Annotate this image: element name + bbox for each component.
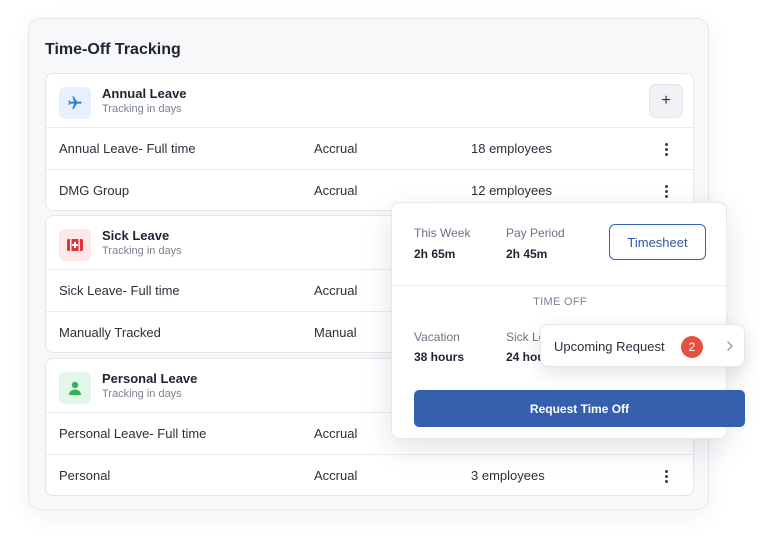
- group-name: Annual Leave: [102, 86, 187, 101]
- page-title: Time-Off Tracking: [45, 41, 181, 58]
- policy-method: Accrual: [314, 183, 358, 198]
- airplane-icon: [59, 87, 91, 119]
- this-week-label: This Week: [414, 226, 471, 240]
- vacation-value: 38 hours: [414, 350, 465, 364]
- policy-method: Accrual: [314, 426, 358, 441]
- policy-name: Personal Leave- Full time: [59, 426, 207, 441]
- policy-employees: 12 employees: [471, 183, 552, 198]
- more-options-icon[interactable]: [658, 183, 674, 199]
- pay-period-label: Pay Period: [506, 226, 565, 240]
- request-count-badge: 2: [681, 336, 703, 358]
- policy-method: Accrual: [314, 283, 358, 298]
- upcoming-request-card[interactable]: Upcoming Request 2: [540, 324, 745, 367]
- add-button[interactable]: +: [649, 84, 683, 118]
- leave-group-annual: Annual Leave Tracking in days + Annual L…: [45, 73, 694, 211]
- policy-method: Accrual: [314, 468, 358, 483]
- policy-name: Sick Leave- Full time: [59, 283, 180, 298]
- time-off-section-label: TIME OFF: [533, 296, 587, 308]
- group-name: Personal Leave: [102, 371, 198, 386]
- pay-period-value: 2h 45m: [506, 247, 548, 261]
- policy-name: DMG Group: [59, 183, 130, 198]
- group-subtitle: Tracking in days: [102, 388, 182, 400]
- timesheet-button[interactable]: Timesheet: [609, 224, 706, 260]
- request-time-off-button[interactable]: Request Time Off: [414, 390, 745, 427]
- more-options-icon[interactable]: [658, 468, 674, 484]
- policy-name: Annual Leave- Full time: [59, 141, 196, 156]
- policy-employees: 18 employees: [471, 141, 552, 156]
- group-name: Sick Leave: [102, 228, 170, 243]
- policy-method: Accrual: [314, 141, 358, 156]
- this-week-value: 2h 65m: [414, 247, 456, 261]
- person-icon: [59, 372, 91, 404]
- upcoming-request-label: Upcoming Request: [554, 339, 665, 354]
- sick-leave-value: 24 hou: [506, 350, 545, 364]
- policy-name: Personal: [59, 468, 111, 483]
- policy-method: Manual: [314, 325, 357, 340]
- table-row[interactable]: Personal Accrual 3 employees: [46, 454, 693, 495]
- table-row[interactable]: Annual Leave- Full time Accrual 18 emplo…: [46, 128, 693, 169]
- divider: [392, 285, 726, 286]
- vacation-label: Vacation: [414, 330, 460, 344]
- time-summary-popup: This Week 2h 65m Pay Period 2h 45m Times…: [391, 202, 745, 439]
- policy-employees: 3 employees: [471, 468, 545, 483]
- more-options-icon[interactable]: [658, 141, 674, 157]
- chevron-right-icon: [727, 341, 733, 351]
- policy-name: Manually Tracked: [59, 325, 161, 340]
- group-subtitle: Tracking in days: [102, 245, 182, 257]
- group-subtitle: Tracking in days: [102, 103, 182, 115]
- group-header[interactable]: Annual Leave Tracking in days +: [46, 74, 693, 128]
- medical-kit-icon: [59, 229, 91, 261]
